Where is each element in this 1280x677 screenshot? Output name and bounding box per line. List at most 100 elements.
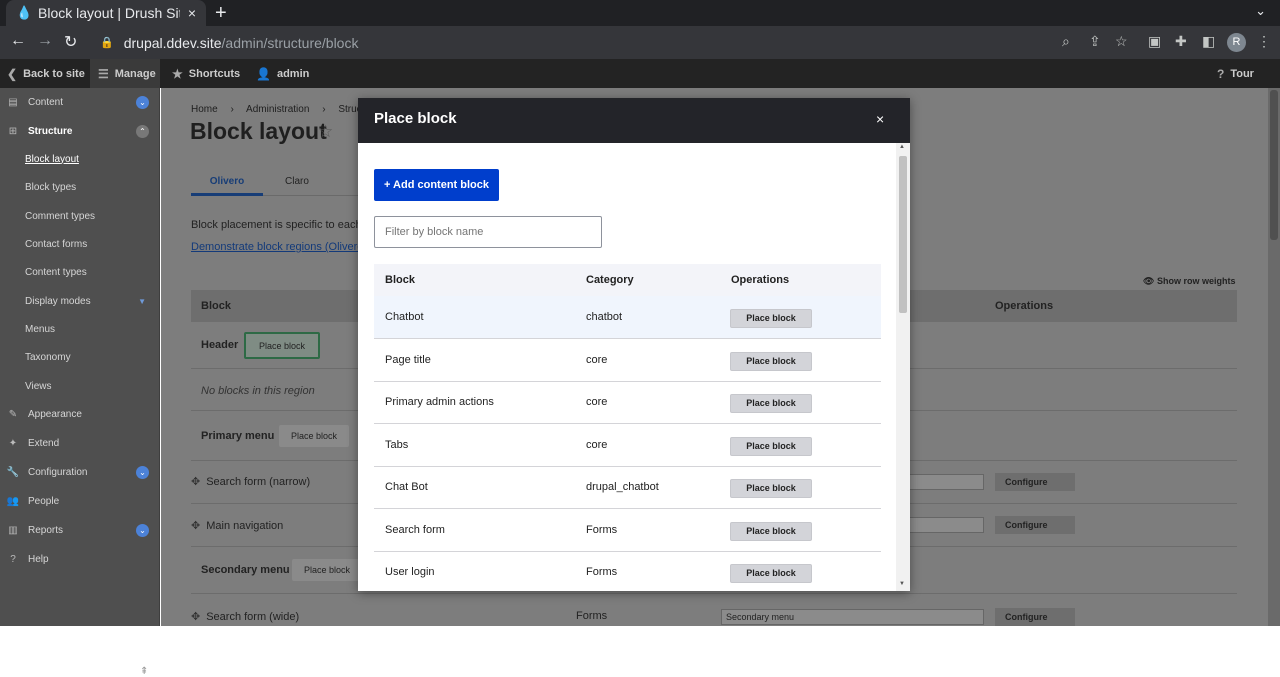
- tab-claro[interactable]: Claro: [285, 176, 309, 187]
- new-tab-button[interactable]: +: [215, 2, 227, 25]
- place-block-header-button[interactable]: Place block: [244, 332, 320, 359]
- expand-chevron-icon[interactable]: ⌄: [136, 523, 149, 537]
- place-block-button[interactable]: Place block: [730, 352, 812, 371]
- back-to-site-link[interactable]: ❮ Back to site: [7, 67, 85, 81]
- drag-handle-icon[interactable]: ✥: [191, 611, 200, 623]
- sidebar-item-reports[interactable]: ▥ Reports ⌄: [0, 516, 160, 544]
- sidebar-item-appearance[interactable]: ✎ Appearance: [0, 400, 160, 428]
- sidebar-item-display-modes[interactable]: Display modes ▼: [0, 287, 160, 315]
- scroll-down-icon[interactable]: ▼: [899, 581, 905, 587]
- sidebar-item-contact-forms[interactable]: Contact forms: [0, 230, 160, 258]
- divider: [191, 593, 1237, 594]
- bar-chart-icon: ▥: [8, 524, 18, 536]
- page-scroll-thumb[interactable]: [1270, 90, 1278, 240]
- extensions-icon[interactable]: ✚: [1175, 33, 1187, 50]
- block-category: drupal_chatbot: [586, 481, 659, 493]
- block-category: Forms: [586, 524, 618, 536]
- place-block-button[interactable]: Place block: [730, 394, 812, 413]
- user-tab[interactable]: 👤 admin: [256, 67, 309, 81]
- tab-close-icon[interactable]: ×: [188, 5, 196, 21]
- place-block-button[interactable]: Place block: [730, 309, 812, 328]
- sidebar-item-extend[interactable]: ✦ Extend: [0, 429, 160, 457]
- browser-tab[interactable]: 💧 Block layout | Drush Site-I ×: [6, 0, 206, 26]
- drag-handle-icon[interactable]: ✥: [191, 520, 200, 532]
- screen-capture-icon[interactable]: ▣: [1148, 33, 1161, 50]
- dialog-scroll-thumb[interactable]: [899, 156, 907, 313]
- browser-menu-icon[interactable]: ⋮: [1257, 33, 1271, 50]
- sidebar-item-help[interactable]: ? Help: [0, 545, 160, 573]
- sidebar-item-label: Menus: [25, 323, 56, 335]
- chevron-left-icon: ❮: [7, 67, 18, 81]
- drag-handle-icon[interactable]: ✥: [191, 476, 200, 488]
- sidebar-item-menus[interactable]: Menus: [0, 315, 160, 343]
- browser-tab-strip: 💧 Block layout | Drush Site-I × + ⌄: [0, 0, 1280, 26]
- sidebar-item-comment-types[interactable]: Comment types: [0, 202, 160, 230]
- sidebar-item-people[interactable]: 👥 People: [0, 487, 160, 515]
- breadcrumb-administration[interactable]: Administration: [246, 104, 309, 115]
- block-name: Page title: [385, 354, 431, 366]
- place-block-button[interactable]: Place block: [730, 479, 812, 498]
- zoom-icon[interactable]: ⌕: [1062, 33, 1070, 50]
- shortcut-star-icon[interactable]: ☆: [318, 122, 333, 142]
- block-row[interactable]: ✥ Search form (wide): [191, 610, 299, 623]
- help-circle-icon: ?: [1217, 67, 1225, 81]
- add-content-block-button[interactable]: + Add content block: [374, 169, 499, 201]
- place-block-button[interactable]: Place block: [730, 522, 812, 541]
- configure-dropbutton[interactable]: Configure: [995, 473, 1075, 491]
- dialog-header: Place block ×: [358, 98, 910, 143]
- block-row[interactable]: ✥ Main navigation: [191, 519, 283, 532]
- sidebar-item-label: Content types: [25, 266, 87, 278]
- dialog-scrollbar[interactable]: ▲ ▼: [896, 143, 910, 591]
- sidebar-item-content[interactable]: ▤ Content ⌄: [0, 88, 160, 116]
- manage-tab[interactable]: ☰ Manage: [98, 67, 156, 81]
- reload-icon[interactable]: ↻: [64, 32, 77, 52]
- sidebar-item-configuration[interactable]: 🔧 Configuration ⌄: [0, 458, 160, 486]
- region-select[interactable]: Secondary menu: [721, 609, 984, 625]
- sidebar-item-label: Configuration: [28, 466, 88, 478]
- sidebar-item-block-types[interactable]: Block types: [0, 173, 160, 201]
- expand-chevron-icon[interactable]: ⌄: [136, 95, 149, 109]
- address-bar[interactable]: 🔒 drupal.ddev.site/admin/structure/block: [96, 30, 1146, 55]
- place-block-dialog: Place block × + Add content block Block …: [358, 98, 910, 591]
- show-row-weights-button[interactable]: 👁 Show row weights: [1143, 276, 1235, 287]
- profile-avatar[interactable]: R: [1227, 33, 1246, 52]
- sidebar-item-structure[interactable]: ⊞ Structure ⌃: [0, 117, 160, 145]
- place-block-primary-menu-button[interactable]: Place block: [279, 425, 349, 447]
- block-name: Chat Bot: [385, 481, 428, 493]
- place-block-button[interactable]: Place block: [730, 564, 812, 583]
- configure-dropbutton[interactable]: Configure: [995, 516, 1075, 534]
- forward-arrow-icon[interactable]: →: [37, 32, 53, 50]
- sidebar-item-block-layout[interactable]: Block layout: [0, 145, 160, 173]
- block-row[interactable]: ✥ Search form (narrow): [191, 475, 310, 488]
- place-block-button[interactable]: Place block: [730, 437, 812, 456]
- collapse-chevron-icon[interactable]: ⌃: [136, 124, 149, 138]
- expand-chevron-icon[interactable]: ⌄: [136, 465, 149, 479]
- page-scrollbar[interactable]: [1268, 88, 1280, 626]
- side-panel-icon[interactable]: ◧: [1202, 33, 1215, 50]
- sidebar-item-views[interactable]: Views: [0, 372, 160, 400]
- block-name: Main navigation: [206, 520, 284, 532]
- bookmark-star-icon[interactable]: ☆: [1115, 33, 1128, 50]
- share-icon[interactable]: ⇪: [1089, 33, 1101, 50]
- breadcrumb-home[interactable]: Home: [191, 104, 218, 115]
- sidebar-item-content-types[interactable]: Content types: [0, 258, 160, 286]
- sidebar-item-label: Content: [28, 96, 64, 108]
- triangle-down-icon[interactable]: ▼: [138, 297, 146, 306]
- place-block-secondary-menu-button[interactable]: Place block: [292, 559, 362, 581]
- filter-block-name-input[interactable]: [374, 216, 602, 248]
- back-arrow-icon[interactable]: ←: [10, 32, 26, 50]
- table-row: Chat Bot drupal_chatbot Place block: [374, 466, 881, 509]
- sidebar-item-label: Appearance: [28, 408, 82, 420]
- demonstrate-regions-link[interactable]: Demonstrate block regions (Olivero: [191, 241, 363, 253]
- dialog-body: + Add content block Block Category Opera…: [358, 143, 896, 591]
- close-icon[interactable]: ×: [876, 111, 884, 127]
- sidebar-item-taxonomy[interactable]: Taxonomy: [0, 343, 160, 371]
- configure-dropbutton[interactable]: Configure: [995, 608, 1075, 626]
- scroll-up-icon[interactable]: ▲: [899, 144, 905, 150]
- tab-olivero[interactable]: Olivero: [191, 176, 263, 196]
- shortcuts-tab[interactable]: ★ Shortcuts: [172, 67, 240, 81]
- region-header-title: Header: [201, 339, 239, 351]
- collapse-sidebar-icon[interactable]: ⇞: [140, 666, 148, 677]
- tab-search-icon[interactable]: ⌄: [1255, 3, 1266, 19]
- tour-button[interactable]: ? Tour: [1217, 67, 1254, 81]
